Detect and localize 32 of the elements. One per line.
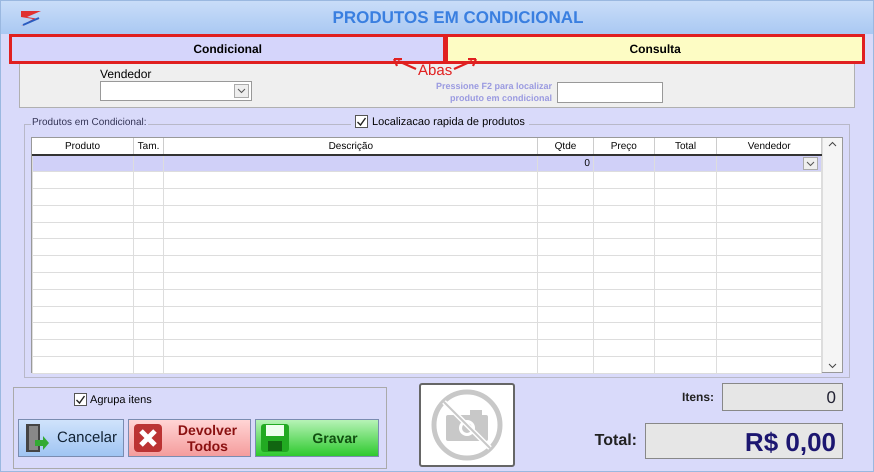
quick-search-checkbox[interactable]: Localizacao rapida de produtos — [351, 115, 529, 128]
logo-icon — [19, 8, 43, 26]
no-photo-icon — [430, 388, 504, 462]
cancel-button[interactable]: Cancelar — [18, 419, 124, 457]
group-title: Produtos em Condicional: — [31, 117, 148, 128]
tab[interactable]: Consulta — [446, 34, 865, 64]
scroll-down-icon[interactable] — [828, 363, 837, 369]
door-icon — [23, 422, 49, 454]
total-label: Total: — [594, 432, 637, 450]
return-button[interactable]: Devolver Todos — [128, 419, 251, 457]
vendedor-select[interactable] — [100, 81, 252, 101]
close-icon — [133, 423, 163, 453]
dropdown-icon[interactable] — [237, 88, 246, 94]
save-button[interactable]: Gravar — [255, 419, 379, 457]
check-icon — [75, 394, 86, 405]
arrow-icon — [392, 58, 418, 70]
scrollbar[interactable] — [822, 138, 842, 372]
dropdown-icon[interactable] — [806, 160, 815, 167]
search-field[interactable] — [557, 82, 663, 103]
vendedor-label: Vendedor — [100, 67, 152, 81]
tab[interactable]: Condicional — [9, 34, 446, 64]
scroll-up-icon[interactable] — [828, 141, 837, 147]
window-title: PRODUTOS EM CONDICIONAL — [332, 8, 584, 28]
itens-label: Itens: — [682, 390, 714, 404]
search-hint: Pressione F2 para localizar produto em condicional — [434, 80, 552, 104]
itens-value: 0 — [722, 383, 843, 411]
check-icon — [356, 116, 367, 127]
table-cell: 0 — [538, 155, 594, 172]
arrow-icon — [452, 58, 478, 70]
group-items-checkbox[interactable]: Agrupa itens — [74, 393, 382, 406]
total-value: R$ 0,00 — [645, 423, 843, 459]
annotation-label: Abas — [418, 62, 452, 79]
